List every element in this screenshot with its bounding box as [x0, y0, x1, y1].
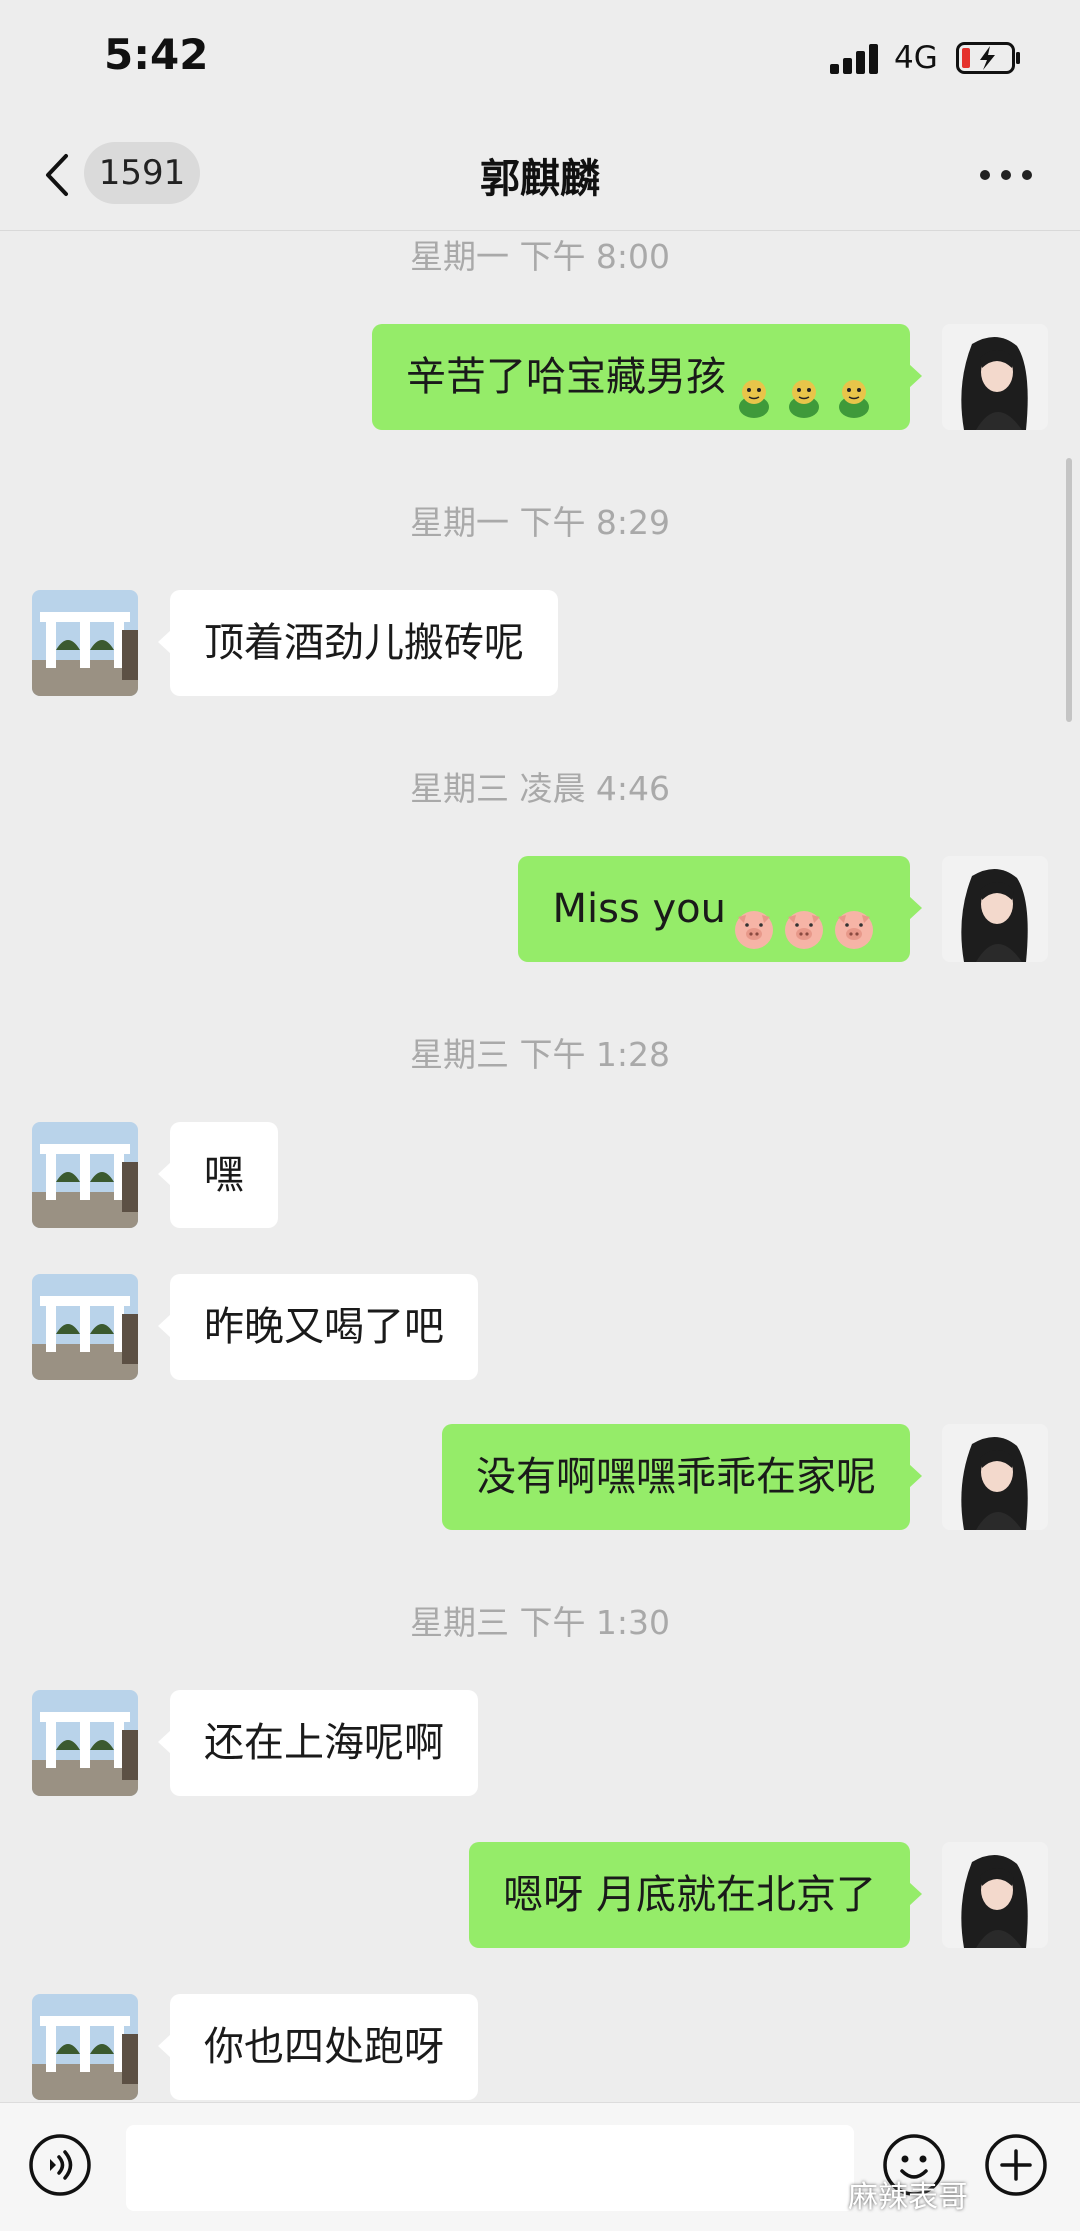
- battery-icon: [956, 42, 1022, 74]
- my-avatar[interactable]: [942, 1424, 1048, 1530]
- contact-avatar[interactable]: [32, 1274, 138, 1380]
- message-input[interactable]: [126, 2125, 854, 2211]
- sent-message[interactable]: 辛苦了哈宝藏男孩: [372, 324, 922, 430]
- frog-emoji: [732, 353, 776, 418]
- my-avatar[interactable]: [942, 856, 1048, 962]
- status-time: 5:42: [104, 30, 209, 79]
- frog-emoji: [832, 353, 876, 418]
- message-text: 辛苦了哈宝藏男孩: [406, 354, 726, 400]
- timestamp: 星期一 下午 8:29: [409, 503, 671, 542]
- my-avatar[interactable]: [942, 324, 1048, 430]
- timestamp: 星期三 下午 1:30: [409, 1603, 671, 1642]
- sent-message[interactable]: 没有啊嘿嘿乖乖在家呢: [442, 1424, 922, 1530]
- pig-emoji: [732, 885, 776, 949]
- network-label: 4G: [894, 40, 938, 76]
- chat-title: 郭麒麟: [480, 156, 600, 202]
- contact-avatar[interactable]: [32, 1690, 138, 1796]
- message-text: 还在上海呢啊: [204, 1720, 444, 1766]
- message-text: 嗯呀 月底就在北京了: [503, 1872, 876, 1918]
- frog-emoji: [782, 353, 826, 418]
- timestamp: 星期三 凌晨 4:46: [409, 769, 671, 808]
- message-text: 顶着酒劲儿搬砖呢: [204, 620, 524, 666]
- signal-icon: [830, 44, 882, 74]
- sent-message[interactable]: 嗯呀 月底就在北京了: [469, 1842, 922, 1948]
- message-text: 你也四处跑呀: [204, 2024, 444, 2070]
- voice-icon[interactable]: [28, 2133, 92, 2197]
- received-message[interactable]: 还在上海呢啊: [158, 1690, 478, 1796]
- contact-avatar[interactable]: [32, 1122, 138, 1228]
- sent-message[interactable]: Miss you: [518, 856, 922, 962]
- pig-emoji: [782, 885, 826, 949]
- pig-emoji: [832, 885, 876, 949]
- watermark: 麻辣表哥: [848, 2180, 968, 2215]
- add-icon[interactable]: [984, 2133, 1048, 2197]
- message-text: Miss you: [552, 886, 726, 932]
- timestamp: 星期三 下午 1:28: [409, 1035, 671, 1074]
- received-message[interactable]: 顶着酒劲儿搬砖呢: [158, 590, 558, 696]
- my-avatar[interactable]: [942, 1842, 1048, 1948]
- received-message[interactable]: 你也四处跑呀: [158, 1994, 478, 2100]
- received-message[interactable]: 嘿: [158, 1122, 278, 1228]
- chat-header: 1591 郭麒麟: [0, 120, 1080, 231]
- timestamp: 星期一 下午 8:00: [409, 237, 671, 276]
- status-bar: 5:42 4G: [0, 0, 1080, 120]
- contact-avatar[interactable]: [32, 1994, 138, 2100]
- message-text: 昨晚又喝了吧: [204, 1304, 444, 1350]
- message-text: 没有啊嘿嘿乖乖在家呢: [476, 1454, 876, 1500]
- more-options-icon[interactable]: [980, 170, 1036, 182]
- received-message[interactable]: 昨晚又喝了吧: [158, 1274, 478, 1380]
- contact-avatar[interactable]: [32, 590, 138, 696]
- message-text: 嘿: [204, 1152, 244, 1198]
